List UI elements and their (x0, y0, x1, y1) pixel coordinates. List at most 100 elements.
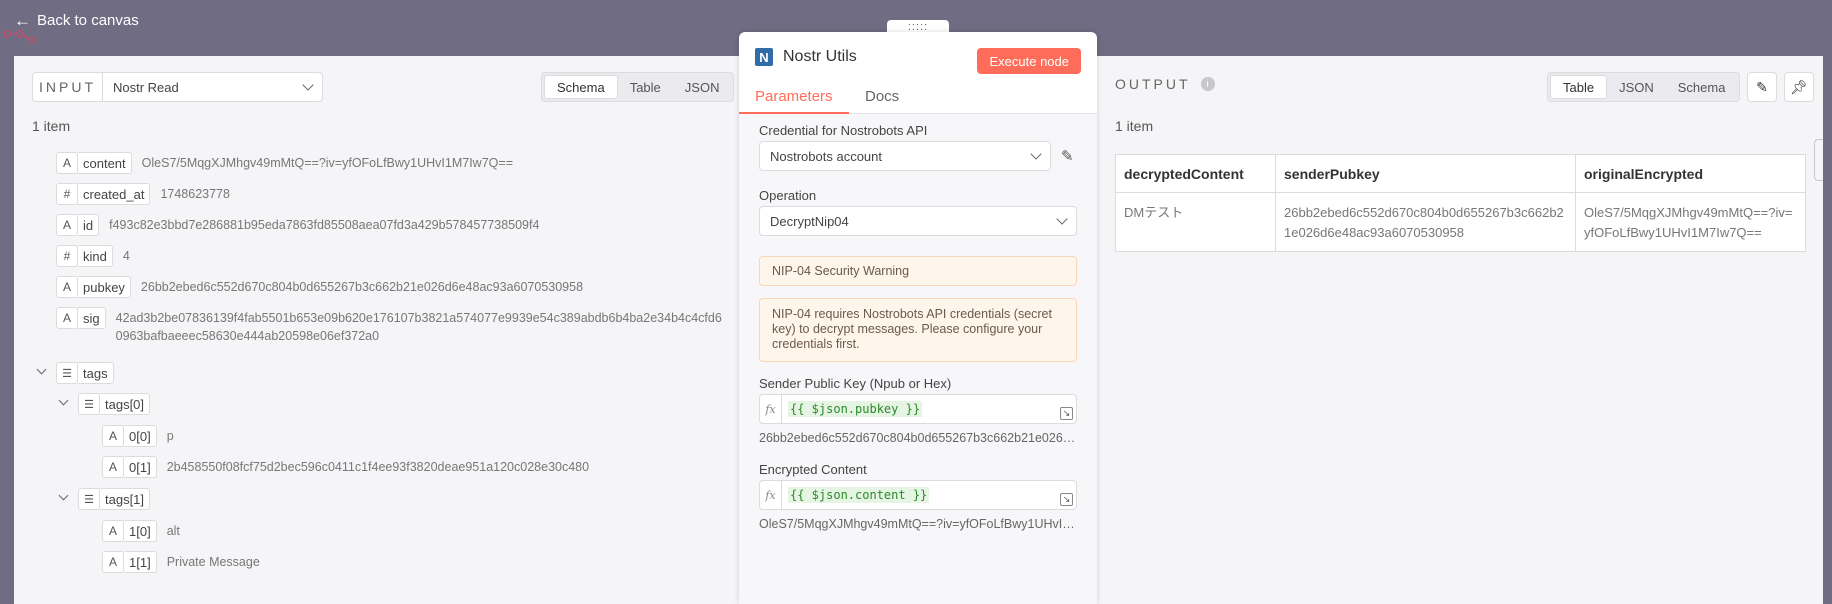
list-icon: ☰ (78, 393, 100, 415)
edit-output-button[interactable]: ✎ (1747, 72, 1777, 102)
field-value: alt (166, 524, 180, 538)
field-value: 1748623778 (160, 187, 230, 201)
collapse-tags1-toggle[interactable] (58, 490, 69, 501)
operation-select-value: DecryptNip04 (770, 213, 849, 229)
credential-select-value: Nostrobots account (770, 148, 883, 164)
panel-edge-handle[interactable] (1814, 139, 1823, 181)
cell-original-encrypted: OleS7/5MqgXJMhgv49mMtQ==?iv=yfOFoLfBwy1U… (1575, 192, 1806, 252)
tab-docs[interactable]: Docs (865, 88, 899, 105)
string-type-icon: A (102, 520, 124, 542)
info-icon[interactable]: i (1200, 77, 1215, 91)
schema-field-tags: ☰ tags (56, 362, 114, 384)
sig-value-line-1: 42ad3b2be07836139f4fab5501b653e09b620e17… (115, 311, 722, 325)
column-header-sender-pubkey: senderPubkey (1275, 154, 1576, 193)
cell-decrypted-content: DMテスト (1115, 192, 1276, 252)
background-node-icon (3, 30, 36, 44)
field-key: 1[0] (124, 520, 157, 542)
field-key: kind (78, 245, 113, 267)
tab-table[interactable]: Table (1550, 75, 1608, 99)
output-label: OUTPUT i (1115, 76, 1215, 92)
sender-pubkey-preview: 26bb2ebed6c552d670c804b0d655267b3c662b21… (759, 431, 1077, 445)
node-header: N Nostr Utils (755, 48, 857, 66)
credential-label: Credential for Nostrobots API (759, 123, 928, 138)
expand-icon[interactable]: ↘ (1060, 407, 1073, 420)
security-warning-body: NIP-04 requires Nostrobots API credentia… (759, 298, 1077, 362)
credential-select[interactable]: Nostrobots account (759, 141, 1051, 171)
list-icon: ☰ (78, 488, 100, 510)
list-icon: ☰ (56, 362, 78, 384)
field-value: p (166, 429, 174, 443)
schema-field-1-1: A 1[1] Private Message (102, 551, 260, 573)
input-node-select[interactable]: Nostr Read (103, 72, 323, 102)
fx-icon: fx (760, 395, 782, 423)
output-label-text: OUTPUT (1115, 76, 1191, 92)
field-value: f493c82e3bbd7e286881b95eda7863fd85508aea… (109, 218, 540, 232)
output-item-count: 1 item (1115, 118, 1154, 134)
schema-field-sig: A sig 42ad3b2be07836139f4fab5501b653e09b… (56, 307, 722, 345)
chevron-down-icon (1030, 148, 1042, 160)
field-value: 2b458550f08fcf75d2bec596c0411c1f4ee93f38… (166, 460, 590, 474)
tab-table[interactable]: Table (618, 75, 673, 99)
schema-field-0-1: A 0[1] 2b458550f08fcf75d2bec596c0411c1f4… (102, 456, 589, 478)
schema-field-0-0: A 0[0] p (102, 425, 174, 447)
table-header-row: decryptedContent senderPubkey originalEn… (1115, 154, 1806, 193)
input-view-tabs: Schema Table JSON (541, 72, 735, 102)
sender-pubkey-expression: {{ $json.pubkey }} (788, 401, 923, 417)
pencil-icon[interactable]: ✎ (1061, 147, 1074, 165)
tab-json[interactable]: JSON (673, 75, 732, 99)
node-settings-modal: N Nostr Utils Execute node Parameters Do… (739, 32, 1097, 604)
field-key: tags[0] (100, 393, 151, 415)
chevron-down-icon (1056, 213, 1068, 225)
field-key: pubkey (78, 276, 131, 298)
pencil-icon: ✎ (1756, 78, 1768, 95)
tab-parameters[interactable]: Parameters (739, 88, 848, 114)
operation-select[interactable]: DecryptNip04 (759, 206, 1077, 236)
encrypted-content-expression-field[interactable]: fx {{ $json.content }} ↘ (759, 480, 1077, 510)
tab-schema[interactable]: Schema (544, 75, 618, 99)
field-key: created_at (78, 183, 151, 205)
schema-field-tags1: ☰ tags[1] (78, 488, 151, 510)
schema-field-tags0: ☰ tags[0] (78, 393, 151, 415)
field-key: 0[0] (124, 425, 157, 447)
field-value: 42ad3b2be07836139f4fab5501b653e09b620e17… (116, 307, 722, 345)
schema-field-created-at: # created_at 1748623778 (56, 183, 230, 205)
schema-field-id: A id f493c82e3bbd7e286881b95eda7863fd855… (56, 214, 539, 236)
tab-schema[interactable]: Schema (1666, 75, 1738, 99)
column-header-original-encrypted: originalEncrypted (1575, 154, 1806, 193)
string-type-icon: A (56, 307, 78, 329)
number-type-icon: # (56, 183, 78, 205)
collapse-tags-toggle[interactable] (36, 364, 47, 375)
pin-icon: 📌︎ (1790, 78, 1808, 95)
string-type-icon: A (102, 551, 124, 573)
field-key: 0[1] (124, 456, 157, 478)
field-key: sig (78, 307, 106, 329)
schema-field-1-0: A 1[0] alt (102, 520, 180, 542)
chevron-down-icon (302, 79, 314, 91)
schema-field-kind: # kind 4 (56, 245, 130, 267)
sender-pubkey-label: Sender Public Key (Npub or Hex) (759, 376, 952, 391)
field-key: content (78, 152, 132, 174)
sender-pubkey-expression-field[interactable]: fx {{ $json.pubkey }} ↘ (759, 394, 1077, 424)
pin-output-button[interactable]: 📌︎ (1784, 72, 1814, 102)
expand-icon[interactable]: ↘ (1060, 493, 1073, 506)
tab-json[interactable]: JSON (1607, 75, 1666, 99)
output-view-tabs: Table JSON Schema (1547, 72, 1741, 102)
input-item-count: 1 item (32, 118, 71, 134)
field-value: Private Message (166, 555, 260, 569)
string-type-icon: A (56, 152, 78, 174)
encrypted-content-preview: OleS7/5MqgXJMhgv49mMtQ==?iv=yfOFoLfBwy1U… (759, 517, 1077, 531)
parameters-body: Credential for Nostrobots API Nostrobots… (739, 114, 1097, 604)
field-key: id (78, 214, 100, 236)
output-panel: OUTPUT i Table JSON Schema ✎ 📌︎ 1 item d… (1097, 56, 1823, 604)
field-key: tags (78, 362, 114, 384)
operation-label: Operation (759, 188, 817, 203)
cell-sender-pubkey: 26bb2ebed6c552d670c804b0d655267b3c662b21… (1275, 192, 1576, 252)
security-warning-title: NIP-04 Security Warning (759, 256, 1077, 286)
column-header-decrypted-content: decryptedContent (1115, 154, 1276, 193)
execute-node-button[interactable]: Execute node (977, 48, 1081, 74)
collapse-tags0-toggle[interactable] (58, 395, 69, 406)
input-label: INPUT (32, 72, 103, 102)
input-header: INPUT Nostr Read (32, 72, 323, 102)
table-row: DMテスト 26bb2ebed6c552d670c804b0d655267b3c… (1115, 192, 1806, 252)
node-title[interactable]: Nostr Utils (783, 48, 857, 66)
